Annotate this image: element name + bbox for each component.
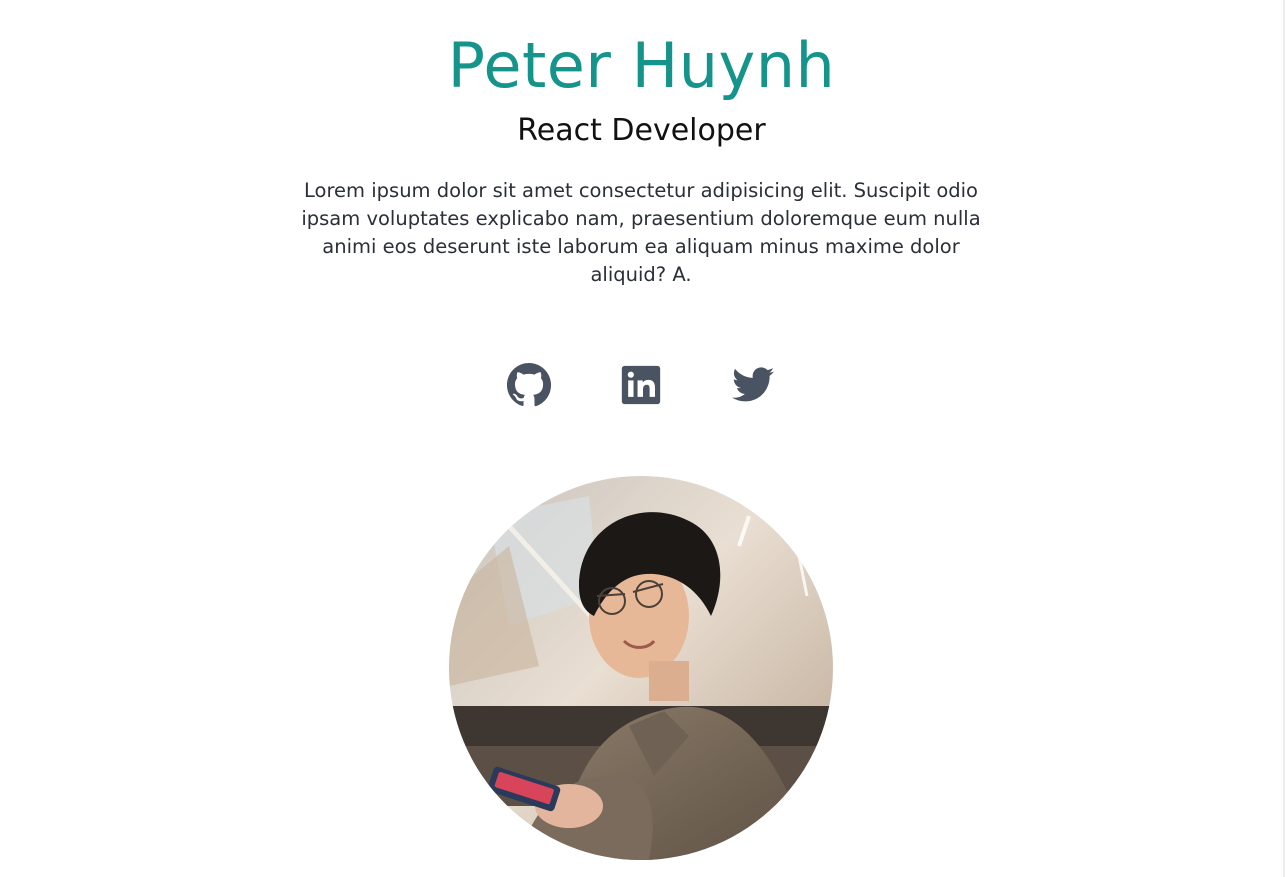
twitter-icon — [731, 367, 775, 402]
profile-photo-illustration — [449, 476, 833, 860]
social-links — [0, 362, 1283, 408]
twitter-link[interactable] — [730, 362, 776, 408]
github-icon — [506, 362, 552, 407]
profile-name: Peter Huynh — [447, 29, 836, 102]
linkedin-icon — [621, 365, 661, 405]
profile-bio: Lorem ipsum dolor sit amet consectetur a… — [301, 179, 981, 286]
profile-photo — [449, 476, 833, 860]
github-link[interactable] — [506, 362, 552, 408]
profile-role: React Developer — [517, 113, 766, 148]
linkedin-link[interactable] — [618, 362, 664, 408]
